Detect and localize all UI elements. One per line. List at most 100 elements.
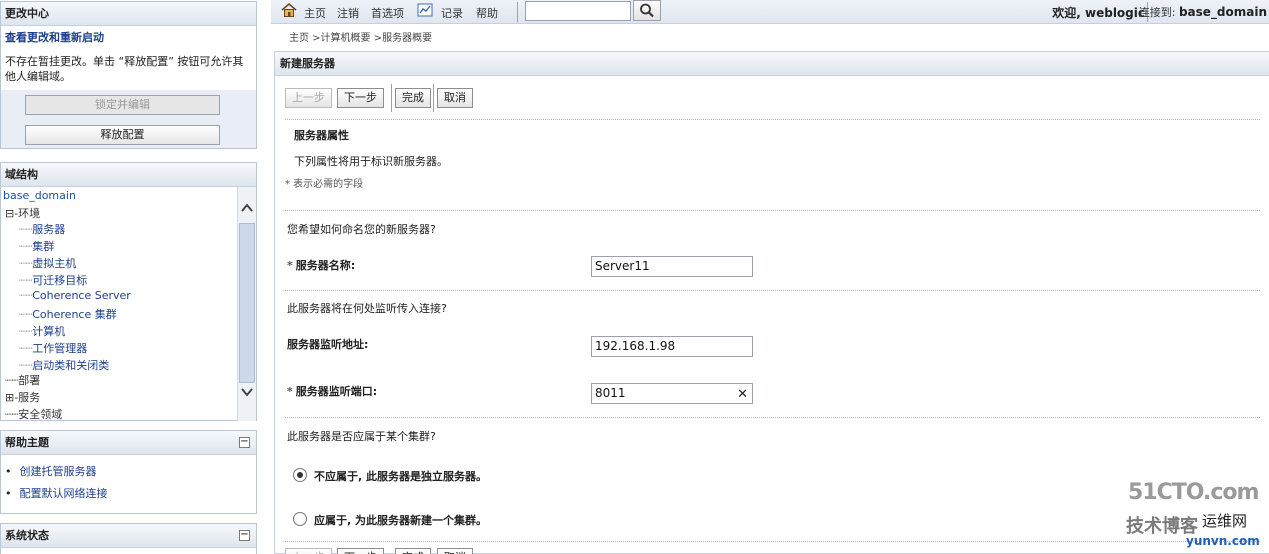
system-status-title-text: 系统状态: [5, 529, 49, 542]
watermark-line4: yunvn.com: [1186, 534, 1260, 548]
tree-node-security-realms[interactable]: ┈┈安全领域: [5, 406, 62, 421]
logout-link[interactable]: 注销: [337, 5, 359, 21]
domain-structure-title: 域结构: [1, 163, 256, 187]
tree-node-deployments-label: 部署: [18, 374, 41, 387]
top-toolbar: 主页 注销 首选项 记录 帮助 欢迎, weblogic 连接到: base_d…: [271, 0, 1269, 24]
tree-connector: ┈┈: [19, 359, 33, 372]
help-link[interactable]: 帮助: [476, 5, 498, 21]
tree-connector: ┈┈: [19, 342, 33, 355]
search-button[interactable]: [633, 0, 661, 21]
tree-connector: ┈┈: [19, 240, 33, 253]
help-item-label: 配置默认网络连接: [19, 487, 108, 500]
radio-new-cluster[interactable]: [293, 512, 307, 526]
scroll-up-icon[interactable]: [240, 201, 254, 215]
change-center-panel: 更改中心 查看更改和重新启动 不存在暂挂更改。单击 “释放配置” 按钮可允许其他…: [0, 1, 257, 149]
tree-node-child[interactable]: ┈┈集群: [19, 238, 54, 254]
scroll-thumb[interactable]: [239, 223, 255, 383]
tree-connector: ┈┈: [19, 289, 33, 302]
finish-button[interactable]: 完成: [395, 88, 431, 108]
radio-standalone-label[interactable]: 不应属于, 此服务器是独立服务器。: [314, 468, 487, 484]
home-icon[interactable]: [281, 2, 297, 18]
tree-node-child[interactable]: ┈┈Coherence 集群: [19, 306, 117, 322]
tree-connector: ┈┈: [19, 274, 33, 287]
listen-port-field[interactable]: 8011 ✕: [591, 383, 753, 404]
tree-connector: ┈┈: [19, 223, 33, 236]
view-changes-link[interactable]: 查看更改和重新启动: [1, 26, 256, 50]
tree-node-child[interactable]: ┈┈工作管理器: [19, 340, 87, 356]
listen-port-label: * 服务器监听端口:: [287, 385, 378, 398]
tree-node-label: 虚拟主机: [32, 257, 77, 270]
collapse-icon[interactable]: −: [239, 530, 250, 541]
back-button-bottom[interactable]: 上一步: [285, 548, 332, 554]
next-button-bottom[interactable]: 下一步: [337, 548, 384, 554]
listen-address-input[interactable]: 192.168.1.98: [591, 336, 753, 357]
divider: [285, 417, 1260, 418]
tree-node-child[interactable]: ┈┈服务器: [19, 221, 65, 237]
tree-node-label: Coherence Server: [32, 289, 131, 302]
connected-to: 连接到: base_domain: [1139, 4, 1267, 20]
question-listen: 此服务器将在何处监听传入连接?: [287, 302, 447, 315]
tree-connector: ┈┈: [19, 308, 33, 321]
cancel-button[interactable]: 取消: [437, 88, 473, 108]
help-item-create-managed-server[interactable]: • 创建托管服务器: [5, 463, 97, 479]
help-item-label: 创建托管服务器: [19, 465, 97, 478]
search-input[interactable]: [525, 1, 631, 21]
tree-node-label: Coherence 集群: [32, 308, 117, 321]
left-sidebar: 更改中心 查看更改和重新启动 不存在暂挂更改。单击 “释放配置” 按钮可允许其他…: [0, 0, 259, 554]
listen-port-label-text: 服务器监听端口:: [295, 385, 378, 398]
section-description: 下列属性将用于标识新服务器。: [294, 155, 448, 168]
search-icon: [640, 3, 654, 18]
release-configuration-button[interactable]: 释放配置: [25, 125, 220, 145]
tree-scrollbar[interactable]: [237, 187, 256, 421]
breadcrumb[interactable]: 主页 >计算机概要 >服务器概要: [289, 29, 432, 44]
listen-address-label: 服务器监听地址:: [287, 338, 369, 351]
radio-standalone[interactable]: [293, 468, 307, 482]
server-name-label-text: 服务器名称:: [295, 259, 356, 272]
connected-label: 连接到:: [1138, 6, 1176, 19]
tree-node-child[interactable]: ┈┈计算机: [19, 323, 65, 339]
clear-icon[interactable]: ✕: [737, 385, 748, 404]
tree-node-environment[interactable]: ⊟-环境: [5, 205, 40, 221]
new-server-panel: 新建服务器 上一步 下一步 完成 取消 服务器属性 下列属性将用于标识新服务器。…: [274, 51, 1269, 554]
tree-node-deployments[interactable]: ┈┈部署: [5, 372, 40, 388]
tree-node-label: 服务器: [32, 223, 66, 236]
cancel-button-bottom[interactable]: 取消: [437, 548, 473, 554]
collapse-icon[interactable]: −: [239, 437, 250, 448]
home-link[interactable]: 主页: [304, 5, 326, 21]
tree-node-child[interactable]: ┈┈启动类和关闭类: [19, 357, 109, 373]
domain-structure-panel: 域结构 base_domain ⊟-环境 ┈┈服务器 ┈┈集群 ┈┈虚拟主机 ┈┈可迁…: [0, 162, 257, 421]
tree-node-child[interactable]: ┈┈虚拟主机: [19, 255, 76, 271]
server-name-input[interactable]: Server11: [591, 256, 753, 277]
preferences-link[interactable]: 首选项: [371, 5, 404, 21]
divider: [285, 541, 1260, 542]
help-topics-title: 帮助主题 −: [1, 431, 256, 455]
radio-new-cluster-label[interactable]: 应属于, 为此服务器新建一个集群。: [314, 512, 487, 528]
lock-and-edit-button[interactable]: 锁定并编辑: [25, 95, 220, 115]
tree-node-child[interactable]: ┈┈Coherence Server: [19, 289, 131, 302]
change-center-description: 不存在暂挂更改。单击 “释放配置” 按钮可允许其他人编辑域。: [1, 50, 256, 90]
connected-domain: base_domain: [1178, 5, 1267, 19]
tree-node-base-domain[interactable]: base_domain: [3, 189, 76, 202]
section-title: 服务器属性: [294, 129, 349, 142]
tree-node-child[interactable]: ┈┈可迁移目标: [19, 272, 87, 288]
record-link[interactable]: 记录: [441, 5, 463, 21]
question-cluster: 此服务器是否应属于某个集群?: [287, 430, 436, 443]
tree-connector: ┈┈: [19, 325, 33, 338]
back-button[interactable]: 上一步: [285, 88, 332, 108]
tree-connector: ┈┈: [19, 257, 33, 270]
next-button[interactable]: 下一步: [337, 88, 384, 108]
tree-node-security-realms-label: 安全领域: [18, 408, 63, 421]
tree-node-services[interactable]: ⊞-服务: [5, 389, 40, 405]
divider: [285, 290, 1260, 291]
record-icon[interactable]: [417, 2, 433, 18]
finish-button-bottom[interactable]: 完成: [395, 548, 431, 554]
question-server-name: 您希望如何命名您的新服务器?: [287, 223, 436, 236]
scroll-down-icon[interactable]: [240, 385, 254, 399]
divider: [285, 119, 1260, 120]
help-topics-title-text: 帮助主题: [5, 436, 49, 449]
divider: [285, 210, 1260, 211]
tree-node-label: 工作管理器: [32, 342, 88, 355]
listen-port-input[interactable]: 8011: [595, 386, 626, 400]
help-item-configure-network[interactable]: • 配置默认网络连接: [5, 485, 108, 501]
required-note: * 表示必需的字段: [285, 179, 364, 190]
